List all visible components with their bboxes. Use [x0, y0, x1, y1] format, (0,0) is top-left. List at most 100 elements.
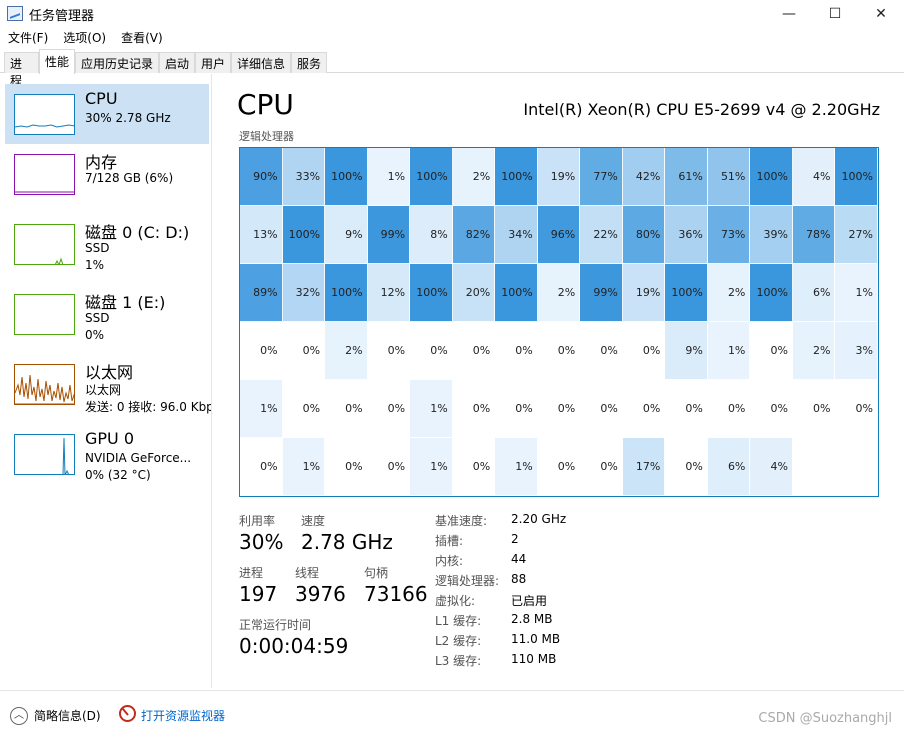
uptime-label: 正常运行时间: [239, 618, 312, 632]
tab-services[interactable]: 服务: [291, 52, 327, 73]
logical-processor-cell: 90%: [240, 148, 283, 206]
logical-processor-cell: 0%: [665, 438, 708, 496]
logical-processor-cell: 96%: [537, 206, 581, 264]
watermark: CSDN @Suozhanghjl: [758, 711, 892, 726]
logical-processor-cell: 39%: [750, 206, 793, 264]
logical-processor-cell: 80%: [622, 206, 666, 264]
resource-ethernet[interactable]: 以太网 以太网 发送: 0 接收: 96.0 Kbps: [5, 354, 211, 414]
close-button[interactable]: ✕: [858, 0, 904, 27]
resource-gpu[interactable]: GPU 0 NVIDIA GeForce... 0% (32 °C): [5, 424, 209, 484]
logical-processor-cell: 0%: [367, 438, 411, 496]
logical-processor-cell: 1%: [282, 438, 326, 496]
logical-processor-cell: 0%: [495, 322, 538, 380]
logical-processor-cell: 20%: [452, 264, 496, 322]
threads-label: 线程: [295, 566, 320, 580]
logical-processor-cell: 0%: [750, 380, 793, 438]
logical-processor-cell: 51%: [707, 148, 751, 206]
logical-processor-cell: 34%: [495, 206, 538, 264]
resource-detail: 30% 2.78 GHz: [85, 111, 171, 125]
logical-processor-cell: 61%: [665, 148, 708, 206]
fewer-details-link[interactable]: 简略信息(D): [34, 707, 101, 724]
logical-processor-cell: 0%: [240, 322, 283, 380]
tab-processes[interactable]: 进程: [4, 52, 39, 88]
detail-key: 虚拟化:: [435, 594, 476, 608]
logical-processor-cell: 0%: [240, 438, 283, 496]
logical-processor-cell: 0%: [452, 438, 496, 496]
logical-processor-cell: 2%: [792, 322, 836, 380]
logical-processor-cell: 6%: [707, 438, 751, 496]
tab-users[interactable]: 用户: [195, 52, 231, 73]
menu-options[interactable]: 选项(O): [55, 27, 113, 47]
logical-processor-cell: 2%: [537, 264, 581, 322]
logical-processor-cell: 100%: [410, 148, 453, 206]
detail-key: 内核:: [435, 554, 464, 568]
logical-processor-cell: 99%: [580, 264, 623, 322]
resource-cpu[interactable]: CPU 30% 2.78 GHz: [5, 84, 209, 144]
tab-details[interactable]: 详细信息: [231, 52, 291, 73]
resource-type: NVIDIA GeForce...: [85, 451, 192, 465]
tab-app-history[interactable]: 应用历史记录: [75, 52, 159, 73]
logical-processor-cell: 1%: [410, 438, 453, 496]
logical-processor-cell: 22%: [580, 206, 623, 264]
logical-processor-cell: 1%: [495, 438, 538, 496]
logical-processor-cell: 1%: [707, 322, 751, 380]
detail-key: 逻辑处理器:: [435, 574, 500, 588]
logical-processor-cell: 0%: [665, 380, 708, 438]
speed-value: 2.78 GHz: [301, 530, 393, 554]
logical-processor-cell: 0%: [750, 322, 793, 380]
logical-processor-cell: 100%: [750, 264, 793, 322]
resource-memory[interactable]: 内存 7/128 GB (6%): [5, 144, 209, 204]
logical-processor-cell: 27%: [835, 206, 878, 264]
logical-processor-cell: 82%: [452, 206, 496, 264]
handles-label: 句柄: [364, 566, 389, 580]
window-title: 任务管理器: [29, 9, 95, 24]
memory-graph-icon: [14, 154, 75, 195]
logical-processor-cell: 0%: [792, 380, 836, 438]
resource-disk-0[interactable]: 磁盘 0 (C: D:) SSD 1%: [5, 214, 209, 274]
threads-value: 3976: [295, 582, 346, 606]
menu-file[interactable]: 文件(F): [0, 27, 55, 47]
logical-processor-cell: 9%: [325, 206, 368, 264]
logical-processor-cell: 8%: [410, 206, 453, 264]
logical-processor-cell: 100%: [665, 264, 708, 322]
logical-processor-cell: 0%: [580, 438, 623, 496]
logical-processor-cell: 0%: [537, 380, 581, 438]
detail-value: 110 MB: [511, 652, 557, 666]
resource-monitor-icon: [119, 705, 136, 722]
logical-processor-cell: 100%: [495, 264, 538, 322]
detail-key: L3 缓存:: [435, 654, 482, 668]
logical-processor-cell: 2%: [707, 264, 751, 322]
logical-processor-cell: 0%: [495, 380, 538, 438]
logical-processor-cell: 89%: [240, 264, 283, 322]
detail-value: 44: [511, 552, 527, 566]
logical-processor-cell: 13%: [240, 206, 283, 264]
menu-view[interactable]: 查看(V): [113, 27, 170, 47]
ethernet-graph-icon: [14, 364, 75, 405]
logical-processor-grid[interactable]: 90% 33% 100% 1% 100% 2% 100% 19% 77% 42% 61% 51% 100…: [239, 147, 879, 497]
logical-processor-cell: 100%: [750, 148, 793, 206]
detail-value: 2.20 GHz: [511, 512, 567, 526]
resource-type: SSD: [85, 311, 110, 325]
logical-processor-cell: 1%: [240, 380, 283, 438]
logical-processor-cell: 99%: [367, 206, 411, 264]
disk-graph-icon: [14, 224, 75, 265]
logical-processor-cell: 4%: [750, 438, 793, 496]
handles-value: 73166: [364, 582, 428, 606]
resource-disk-1[interactable]: 磁盘 1 (E:) SSD 0%: [5, 284, 209, 344]
maximize-button[interactable]: ☐: [812, 0, 858, 27]
logical-processor-cell: 100%: [835, 148, 878, 206]
minimize-button[interactable]: —: [766, 0, 812, 27]
tab-performance[interactable]: 性能: [39, 49, 75, 74]
resource-name: 磁盘 0 (C: D:): [85, 223, 190, 242]
resource-name: 磁盘 1 (E:): [85, 293, 166, 312]
resource-type: 以太网: [85, 383, 122, 397]
detail-value: 88: [511, 572, 527, 586]
chevron-up-icon[interactable]: ︿: [10, 707, 28, 725]
resource-name: CPU: [85, 89, 118, 108]
uptime-value: 0:00:04:59: [239, 634, 349, 658]
open-resource-monitor-link[interactable]: 打开资源监视器: [141, 707, 225, 724]
logical-processor-cell: 2%: [452, 148, 496, 206]
logical-processor-cell: 0%: [282, 380, 326, 438]
tab-startup[interactable]: 启动: [159, 52, 195, 73]
logical-processor-cell: 1%: [835, 264, 878, 322]
